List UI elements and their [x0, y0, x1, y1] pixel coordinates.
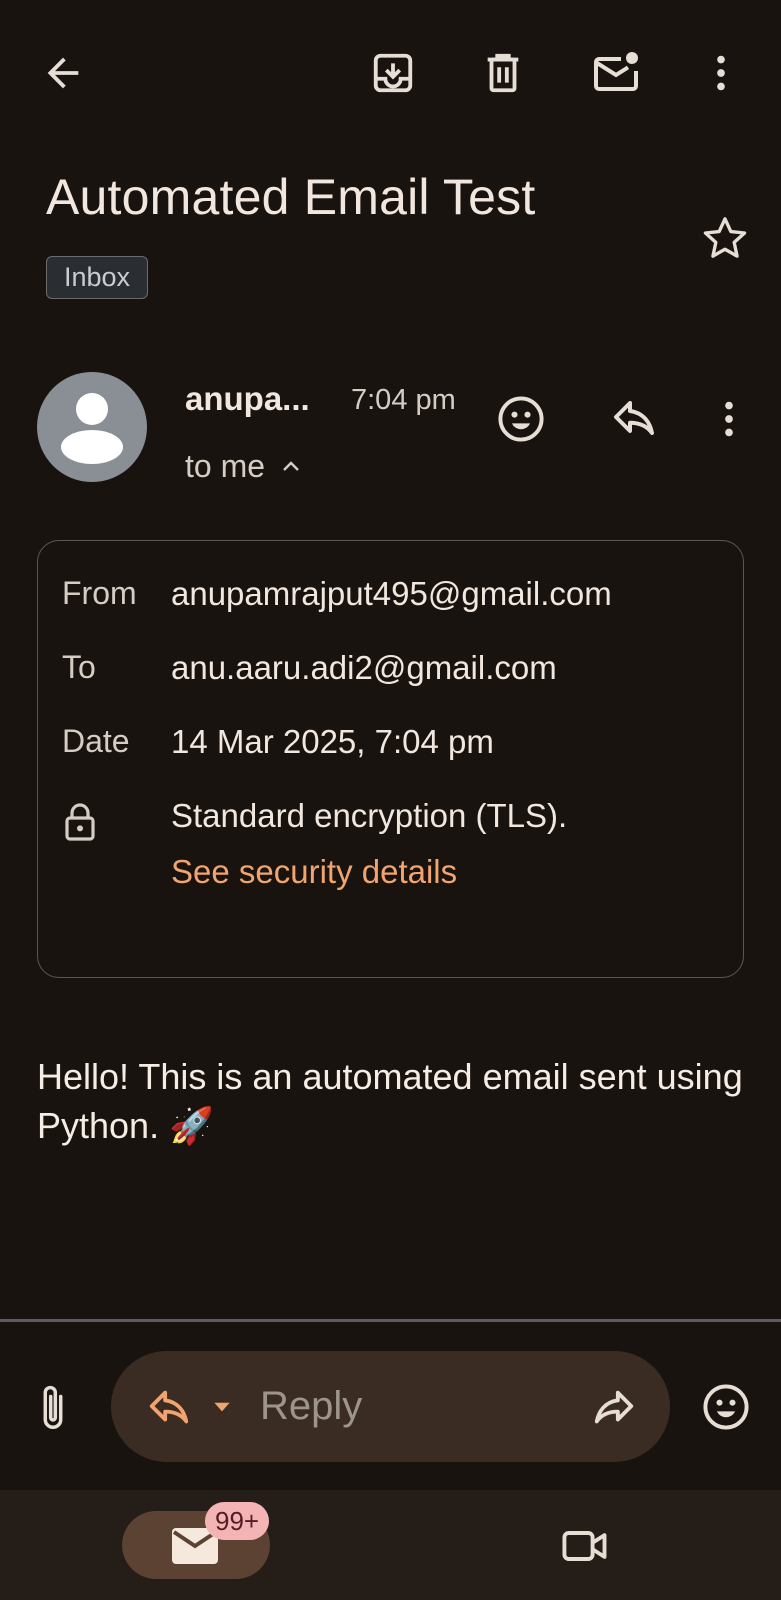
arrow-left-icon — [47, 57, 79, 89]
from-address[interactable]: anupamrajput495@gmail.com — [171, 575, 612, 613]
reply-icon — [149, 1390, 189, 1424]
back-button[interactable] — [38, 48, 88, 98]
date-value: 14 Mar 2025, 7:04 pm — [171, 723, 494, 760]
forward-icon — [594, 1390, 634, 1424]
encryption-text: Standard encryption (TLS). — [171, 797, 568, 834]
tab-meet[interactable] — [558, 1519, 612, 1573]
caret-down-icon — [214, 1402, 230, 1412]
from-label: From — [62, 575, 137, 611]
more-vert-icon — [725, 401, 733, 437]
reply-icon — [614, 401, 654, 435]
message-more-button[interactable] — [704, 392, 754, 446]
forward-button[interactable] — [590, 1384, 638, 1432]
star-icon — [703, 217, 747, 258]
email-body: Hello! This is an automated email sent u… — [37, 1056, 743, 1146]
person-icon — [61, 393, 123, 464]
reply-input[interactable]: Reply — [260, 1384, 362, 1429]
to-address[interactable]: anu.aaru.adi2@gmail.com — [171, 649, 557, 687]
unread-count-badge: 99+ — [205, 1502, 270, 1540]
email-view: Automated Email Test Inbox anupa... 7:04… — [0, 0, 781, 1600]
more-vert-icon — [717, 55, 725, 91]
email-subject: Automated Email Test — [46, 169, 536, 225]
video-camera-icon — [562, 1531, 607, 1561]
chevron-up-icon — [283, 460, 299, 471]
divider — [0, 1319, 781, 1322]
star-button[interactable] — [697, 210, 753, 266]
mark-unread-button[interactable] — [590, 46, 644, 100]
more-options-button[interactable] — [696, 48, 746, 98]
recipient-toggle[interactable]: to me — [185, 448, 303, 485]
sent-time: 7:04 pm — [351, 384, 456, 416]
bottom-navigation — [0, 1490, 781, 1600]
sender-name[interactable]: anupa... — [185, 380, 310, 418]
reply-compose-box[interactable] — [111, 1351, 670, 1462]
reply-button[interactable] — [607, 392, 661, 446]
trash-icon — [487, 53, 519, 93]
delete-button[interactable] — [478, 48, 528, 98]
mark-unread-icon — [594, 52, 638, 91]
date-label: Date — [62, 723, 130, 759]
archive-icon — [373, 53, 413, 93]
sender-avatar[interactable] — [37, 372, 147, 482]
smiley-icon — [498, 396, 544, 442]
smiley-icon — [703, 1384, 749, 1430]
reply-type-dropdown[interactable] — [208, 1392, 236, 1420]
message-details-card: From anupamrajput495@gmail.com To anu.aa… — [37, 540, 744, 978]
reply-type-button[interactable] — [145, 1384, 193, 1432]
inbox-label-chip[interactable]: Inbox — [46, 256, 149, 299]
emoji-button[interactable] — [699, 1380, 753, 1434]
recipient-summary: to me — [185, 448, 266, 484]
paperclip-icon — [43, 1385, 63, 1429]
lock-icon — [65, 803, 95, 841]
archive-button[interactable] — [368, 48, 418, 98]
security-details-link[interactable]: See security details — [171, 853, 457, 891]
to-label: To — [62, 649, 96, 685]
add-reaction-button[interactable] — [494, 392, 548, 446]
attach-button[interactable] — [32, 1380, 74, 1436]
